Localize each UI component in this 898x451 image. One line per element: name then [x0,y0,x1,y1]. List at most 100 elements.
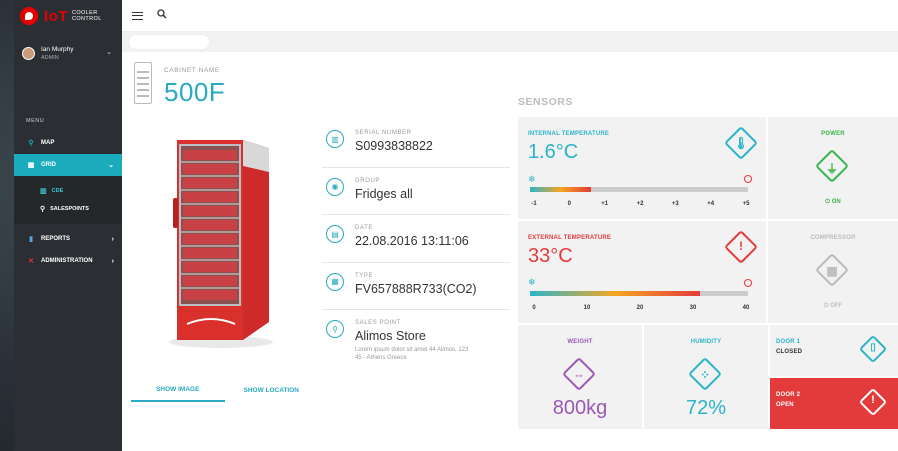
tick-label: +5 [742,201,750,207]
external-temp-value: 33°C [528,245,573,267]
tick-label: 20 [636,305,644,311]
user-profile[interactable]: Ian Murphy ADMIN ⌄ [14,32,122,74]
tick-label: 40 [742,305,750,311]
detail-value: Fridges all [355,186,413,201]
detail-label: SERIAL NUMBER [355,130,412,136]
weight-label: WEIGHT [567,339,593,345]
brand-iot: IoT [44,7,68,25]
search-icon[interactable] [157,9,167,22]
nav-item-map[interactable]: ⚲ MAP [14,132,122,154]
tools-icon: ✕ [28,258,34,265]
detail-label: TYPE [355,272,374,279]
map-pin-icon: ⚲ [28,140,34,147]
tick-label: 30 [689,305,697,311]
sub-label: SALESPOINTS [50,206,89,212]
image-tabs: SHOW IMAGE SHOW LOCATION [131,378,318,402]
door1-label: DOOR 1 [776,339,801,345]
sidebar: IoT COOLER CONTROL Ian Murphy ADMIN ⌄ ME… [14,0,122,451]
tab-show-image[interactable]: SHOW IMAGE [131,378,225,402]
location-icon: ⚲ [326,320,344,338]
detail-serial-number: ▥ SERIAL NUMBER S0993838822 [322,120,510,168]
brand-logo[interactable]: IoT COOLER CONTROL [14,0,122,32]
door2-status: OPEN [776,402,794,408]
vodafone-logo-icon [20,7,38,25]
nav-item-grid[interactable]: ▦ GRID ⌄ [14,154,122,176]
detail-sales-point: ⚲ SALES POINT Alimos Store Lorem ipsum d… [322,310,510,420]
power-tile: POWER ⏚ ⏻ ON [768,117,898,219]
cabinet-details: ▥ SERIAL NUMBER S0993838822 ◉ GROUP Frid… [322,120,510,420]
app-frame: IoT COOLER CONTROL Ian Murphy ADMIN ⌄ ME… [14,0,898,451]
scale-glyph: ⇔ [573,368,585,382]
cabinet-header: CABINET NAME 500F [134,62,225,108]
chevron-down-icon[interactable]: ⌄ [106,48,112,56]
detail-group: ◉ GROUP Fridges all [322,168,510,215]
alert-glyph: ! [739,239,743,253]
detail-value: 22.08.2016 13:11:06 [355,234,469,248]
top-bar [122,0,898,32]
group-icon: ◉ [326,177,344,196]
door-glyph: ▯ [870,342,876,353]
detail-date: ▤ DATE 22.08.2016 13:11:06 [322,215,510,263]
search-bar [122,32,898,52]
sales-point-address: Lorem ipsum dolor sit amet 44 Alimos, 12… [355,347,469,361]
humidity-value: 72% [685,397,727,419]
calendar-icon: ▤ [326,225,344,243]
temp-limit-marker [744,279,752,287]
tick-label: 10 [583,305,591,311]
plug-glyph: ⏚ [825,162,838,176]
alert-glyph: ! [871,394,875,406]
sub-label: CDE [51,188,64,194]
internal-temp-fill [530,187,592,192]
nav-item-reports[interactable]: ▮ REPORTS › [14,228,122,250]
internal-temp-value: 1.6°C [528,141,579,163]
power-status: ⏻ ON [825,199,841,205]
weight-tile: WEIGHT ⇔ 800kg [518,325,642,429]
snowflake-icon: ❄ [528,277,536,287]
search-input[interactable] [128,34,210,50]
snowflake-icon: ❄ [528,174,536,184]
barcode-icon: ▥ [326,130,344,148]
tick-label: 0 [532,305,536,311]
cabinet-name-label: CABINET NAME [164,67,220,74]
brand-line2: CONTROL [72,16,102,22]
door1-tile: DOOR 1 CLOSED ▯ [770,325,898,376]
tick-label: +3 [671,201,679,207]
bar-chart-icon: ▮ [29,236,33,243]
menu-header: MENU [26,118,45,124]
internal-temperature-tile: INTERNAL TEMPERATURE 1.6°C 🌡 ❄ -1 0 +1 +2 +3… [518,117,766,219]
chevron-down-icon: ⌄ [108,162,114,169]
fridge-icon [134,62,152,104]
compressor-label: COMPRESSOR [810,235,856,241]
weight-value: 800kg [552,397,608,419]
sub-item-salespoints[interactable]: ⚲ SALESPOINTS [14,200,122,218]
tick-label: 0 [567,201,571,207]
external-temp-fill [530,291,701,296]
hamburger-menu-icon[interactable] [132,11,143,20]
detail-value: FV657888R733(CO2) [355,281,477,296]
compressor-glyph: ▦ [826,264,838,278]
nav-label: GRID [41,162,56,168]
power-label: POWER [821,131,845,137]
table-icon: ▥ [40,188,47,195]
cabinet-image-panel: SHOW IMAGE SHOW LOCATION [131,118,318,402]
nav-label: ADMINISTRATION [41,258,93,264]
fridge-image [169,140,273,348]
tab-show-location[interactable]: SHOW LOCATION [225,378,319,402]
map-pin-icon: ⚲ [40,206,46,213]
detail-value: S0993838822 [355,139,433,153]
compressor-status-text: OFF [830,303,843,309]
detail-label: GROUP [355,177,381,184]
nav-label: MAP [41,140,55,146]
door2-tile: DOOR 2 OPEN ! [770,378,898,429]
tick-label: +2 [636,201,644,207]
grid-icon: ▦ [27,162,35,169]
thermometer-glyph: 🌡 [733,136,749,150]
internal-temp-label: INTERNAL TEMPERATURE [528,131,610,137]
sub-item-cde[interactable]: ▥ CDE [14,182,122,200]
droplets-glyph: ⁘ [699,368,711,382]
user-name: Ian Murphy [41,45,74,53]
detail-label: SALES POINT [355,320,401,326]
nav-item-administration[interactable]: ✕ ADMINISTRATION › [14,250,122,272]
user-role: ADMIN [41,54,59,61]
humidity-label: HUMIDITY [690,339,722,345]
